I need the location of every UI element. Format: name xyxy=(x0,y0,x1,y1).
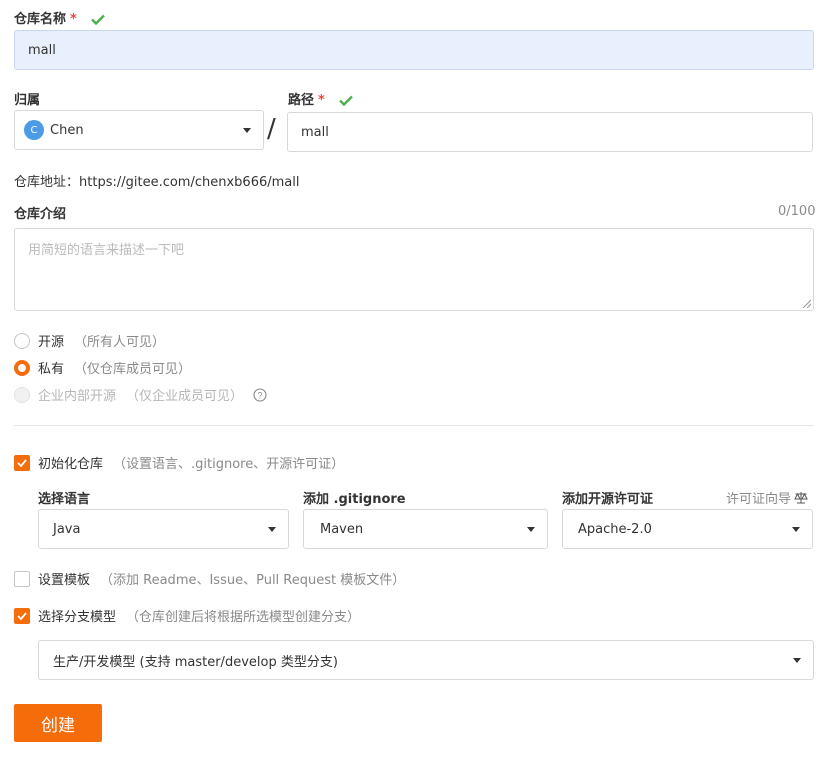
branch-model-checkbox[interactable]: 选择分支模型 （仓库创建后将根据所选模型创建分支） xyxy=(14,606,360,625)
init-repo-checkbox[interactable]: 初始化仓库 （设置语言、.gitignore、开源许可证） xyxy=(14,453,344,472)
help-icon[interactable]: ? xyxy=(253,387,267,402)
chevron-down-icon xyxy=(793,658,801,663)
owner-label: 归属 xyxy=(14,93,41,108)
visibility-private[interactable]: 私有 （仅仓库成员可见） xyxy=(14,358,191,377)
radio-button[interactable] xyxy=(14,359,30,376)
divider xyxy=(14,425,814,426)
path-input[interactable]: mall xyxy=(287,112,813,152)
visibility-public[interactable]: 开源 （所有人可见） xyxy=(14,331,165,350)
radio-button[interactable] xyxy=(14,332,30,349)
owner-select[interactable]: C Chen xyxy=(14,110,264,150)
path-label: 路径 * xyxy=(288,89,354,108)
gitignore-label: 添加 .gitignore xyxy=(303,492,406,507)
license-label: 添加开源许可证 xyxy=(562,492,654,507)
description-counter: 0/100 xyxy=(778,204,816,219)
branch-model-select[interactable]: 生产/开发模型 (支持 master/develop 类型分支) xyxy=(38,640,814,680)
checkbox-unchecked-icon[interactable] xyxy=(14,570,30,587)
license-wizard-link[interactable]: 许可证向导 xyxy=(726,488,808,507)
gitignore-select[interactable]: Maven xyxy=(303,509,548,549)
chevron-down-icon xyxy=(268,527,276,532)
chevron-down-icon xyxy=(527,527,535,532)
chevron-down-icon xyxy=(792,527,800,532)
license-select[interactable]: Apache-2.0 xyxy=(562,509,813,549)
chevron-down-icon xyxy=(243,128,251,133)
repo-name-input[interactable]: mall xyxy=(14,30,814,70)
template-checkbox[interactable]: 设置模板 （添加 Readme、Issue、Pull Request 模板文件） xyxy=(14,569,405,588)
language-select[interactable]: Java xyxy=(38,509,289,549)
language-label: 选择语言 xyxy=(38,492,91,507)
path-separator: / xyxy=(267,114,276,144)
checkbox-checked-icon[interactable] xyxy=(14,454,30,471)
radio-button xyxy=(14,386,30,403)
create-button[interactable]: 创建 xyxy=(14,704,102,742)
scale-icon xyxy=(794,492,808,504)
description-textarea[interactable]: 用简短的语言来描述一下吧 xyxy=(14,228,814,311)
check-icon xyxy=(339,95,354,106)
checkbox-checked-icon[interactable] xyxy=(14,607,30,624)
avatar: C xyxy=(24,120,44,140)
check-icon xyxy=(91,14,106,25)
repo-name-label: 仓库名称 * xyxy=(14,8,106,27)
description-label: 仓库介绍 xyxy=(14,207,67,222)
svg-text:?: ? xyxy=(258,390,263,400)
resize-handle-icon[interactable] xyxy=(802,299,811,308)
visibility-enterprise: 企业内部开源 （仅企业成员可见） ? xyxy=(14,385,267,404)
repo-address: 仓库地址：https://gitee.com/chenxb666/mall xyxy=(14,175,300,190)
